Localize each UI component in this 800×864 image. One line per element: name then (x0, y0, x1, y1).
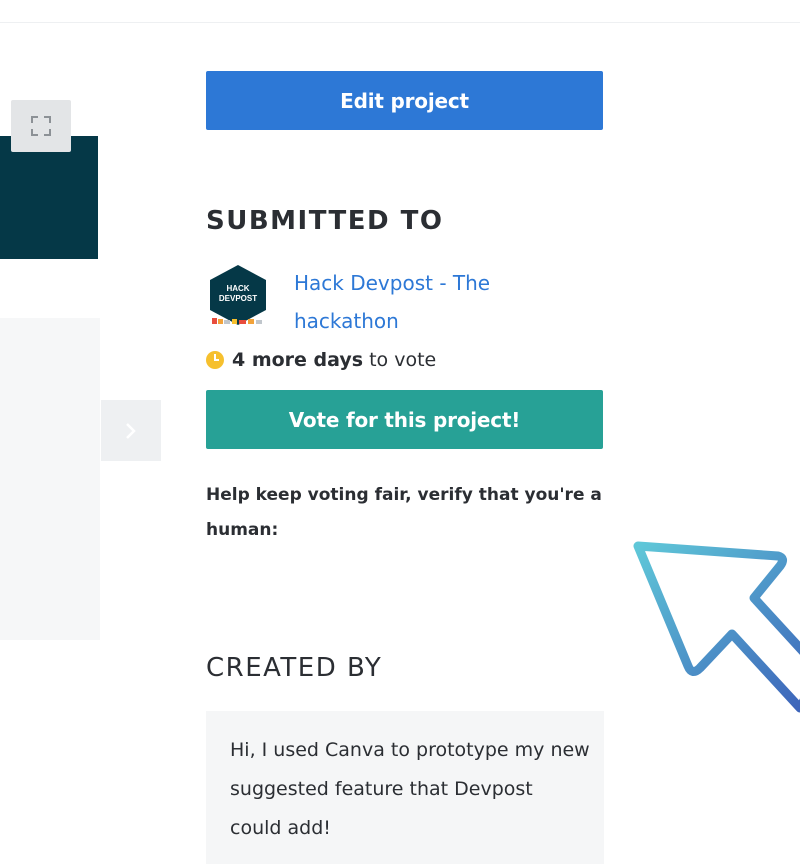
edit-project-label: Edit project (340, 88, 469, 113)
voting-deadline: 4 more days to vote (206, 349, 436, 371)
deadline-days: 4 more days (232, 349, 364, 371)
project-page: Edit project SUBMITTED TO HACK DEVPOST H… (0, 0, 800, 864)
gallery-panel (0, 318, 100, 640)
header-divider (0, 22, 800, 23)
expand-button[interactable] (11, 100, 71, 152)
vote-button-label: Vote for this project! (288, 407, 521, 432)
hackathon-logo[interactable]: HACK DEVPOST (206, 263, 270, 329)
gallery-next-button[interactable] (101, 400, 161, 461)
deadline-rest: to vote (369, 349, 437, 371)
creator-description: Hi, I used Canva to prototype my new sug… (230, 739, 590, 839)
creator-card: Hi, I used Canva to prototype my new sug… (206, 711, 604, 864)
chevron-right-icon (126, 422, 136, 439)
hackathon-link[interactable]: Hack Devpost - The hackathon (294, 264, 544, 340)
gallery-image (0, 136, 98, 259)
expand-icon (31, 116, 51, 136)
edit-project-button[interactable]: Edit project (206, 71, 603, 130)
clock-icon (206, 351, 224, 369)
created-by-heading: CREATED BY (206, 653, 383, 683)
submitted-to-heading: SUBMITTED TO (206, 206, 444, 236)
verify-human-text: Help keep voting fair, verify that you'r… (206, 485, 602, 540)
logo-text-line2: DEVPOST (219, 294, 257, 303)
vote-button[interactable]: Vote for this project! (206, 390, 603, 449)
cursor-arrow-icon (633, 541, 800, 713)
logo-text-line1: HACK (226, 284, 249, 293)
